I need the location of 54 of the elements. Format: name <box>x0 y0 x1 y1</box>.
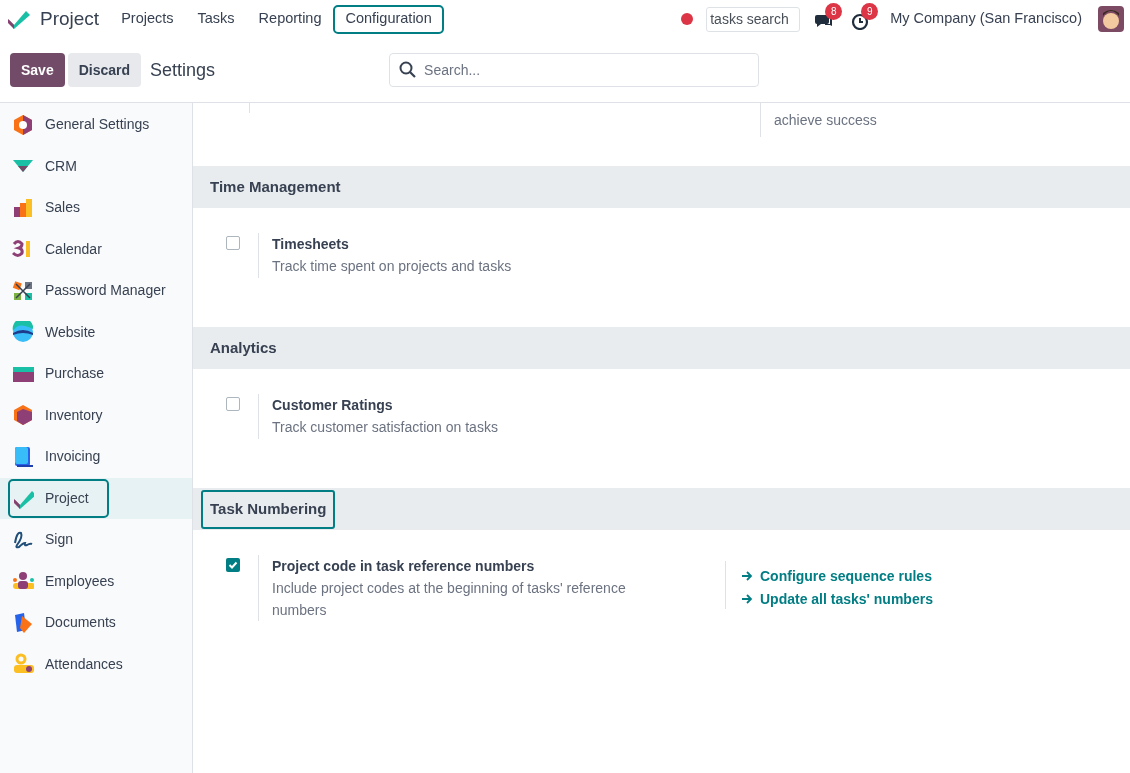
link[interactable]: Configure sequence rules <box>741 565 933 587</box>
section-title: Time Management <box>209 176 342 197</box>
sidebar-item[interactable]: CRM <box>0 145 192 187</box>
sidebar-item[interactable]: Inventory <box>0 394 192 436</box>
app-icon <box>12 196 34 219</box>
company-switcher[interactable]: My Company (San Francisco) <box>890 8 1082 30</box>
section-title: Analytics <box>209 337 278 358</box>
app-icon <box>12 611 34 634</box>
sidebar-item[interactable]: Attendances <box>0 643 192 685</box>
sidebar-item[interactable]: Invoicing <box>0 436 192 478</box>
setting-title: Project code in task reference numbers <box>272 557 536 576</box>
page-title: Settings <box>150 58 217 82</box>
app-icon <box>12 113 34 136</box>
search-icon <box>399 61 417 78</box>
activity-count-badge: 9 <box>861 3 879 20</box>
app-icon <box>12 445 34 468</box>
checkbox[interactable] <box>226 558 240 572</box>
setting-description: Track time spent on projects and tasks <box>272 257 513 276</box>
sidebar-item[interactable]: Employees <box>0 560 192 602</box>
menu-item[interactable]: Configuration <box>333 4 444 34</box>
checkbox[interactable] <box>226 397 240 411</box>
save-button[interactable]: Save <box>10 53 65 87</box>
sidebar-item[interactable]: General Settings <box>0 104 192 146</box>
setting-title: Timesheets <box>272 235 350 254</box>
sidebar-item[interactable]: Sign <box>0 519 192 561</box>
sidebar-item[interactable]: Documents <box>0 602 192 644</box>
checkbox[interactable] <box>226 236 240 250</box>
app-name[interactable]: Project <box>40 4 100 34</box>
app-icon <box>12 321 34 344</box>
section-title: Task Numbering <box>201 489 336 529</box>
setting-description: achieve success <box>774 111 878 130</box>
search-field[interactable]: Search... <box>389 53 760 87</box>
sidebar-item[interactable]: Sales <box>0 187 192 229</box>
app-icon <box>12 404 34 427</box>
menu-item[interactable]: Projects <box>109 4 186 34</box>
app-icon <box>12 279 34 302</box>
app-icon <box>12 653 34 676</box>
message-count-badge: 8 <box>825 3 843 20</box>
avatar-icon <box>1098 6 1124 32</box>
setting-description: Track customer satisfaction on tasks <box>272 418 499 437</box>
menu-item[interactable]: Tasks <box>185 4 247 34</box>
sidebar-item[interactable]: Website <box>0 311 192 353</box>
sidebar-item[interactable]: Purchase <box>0 353 192 395</box>
arrow-icon <box>741 570 753 582</box>
link[interactable]: Update all tasks' numbers <box>741 588 933 610</box>
discard-button[interactable]: Discard <box>67 53 142 87</box>
sidebar-item[interactable]: Project <box>0 477 192 519</box>
menu-item[interactable]: Reporting <box>246 4 334 34</box>
setting-title: Customer Ratings <box>272 396 394 415</box>
search-field[interactable]: tasks search <box>706 6 801 32</box>
sidebar-item[interactable]: Calendar <box>0 228 192 270</box>
arrow-icon <box>741 593 753 605</box>
sidebar-item[interactable]: Password Manager <box>0 270 192 312</box>
setting-description: Include project codes at the beginning of tasks' reference numbers <box>272 579 627 620</box>
